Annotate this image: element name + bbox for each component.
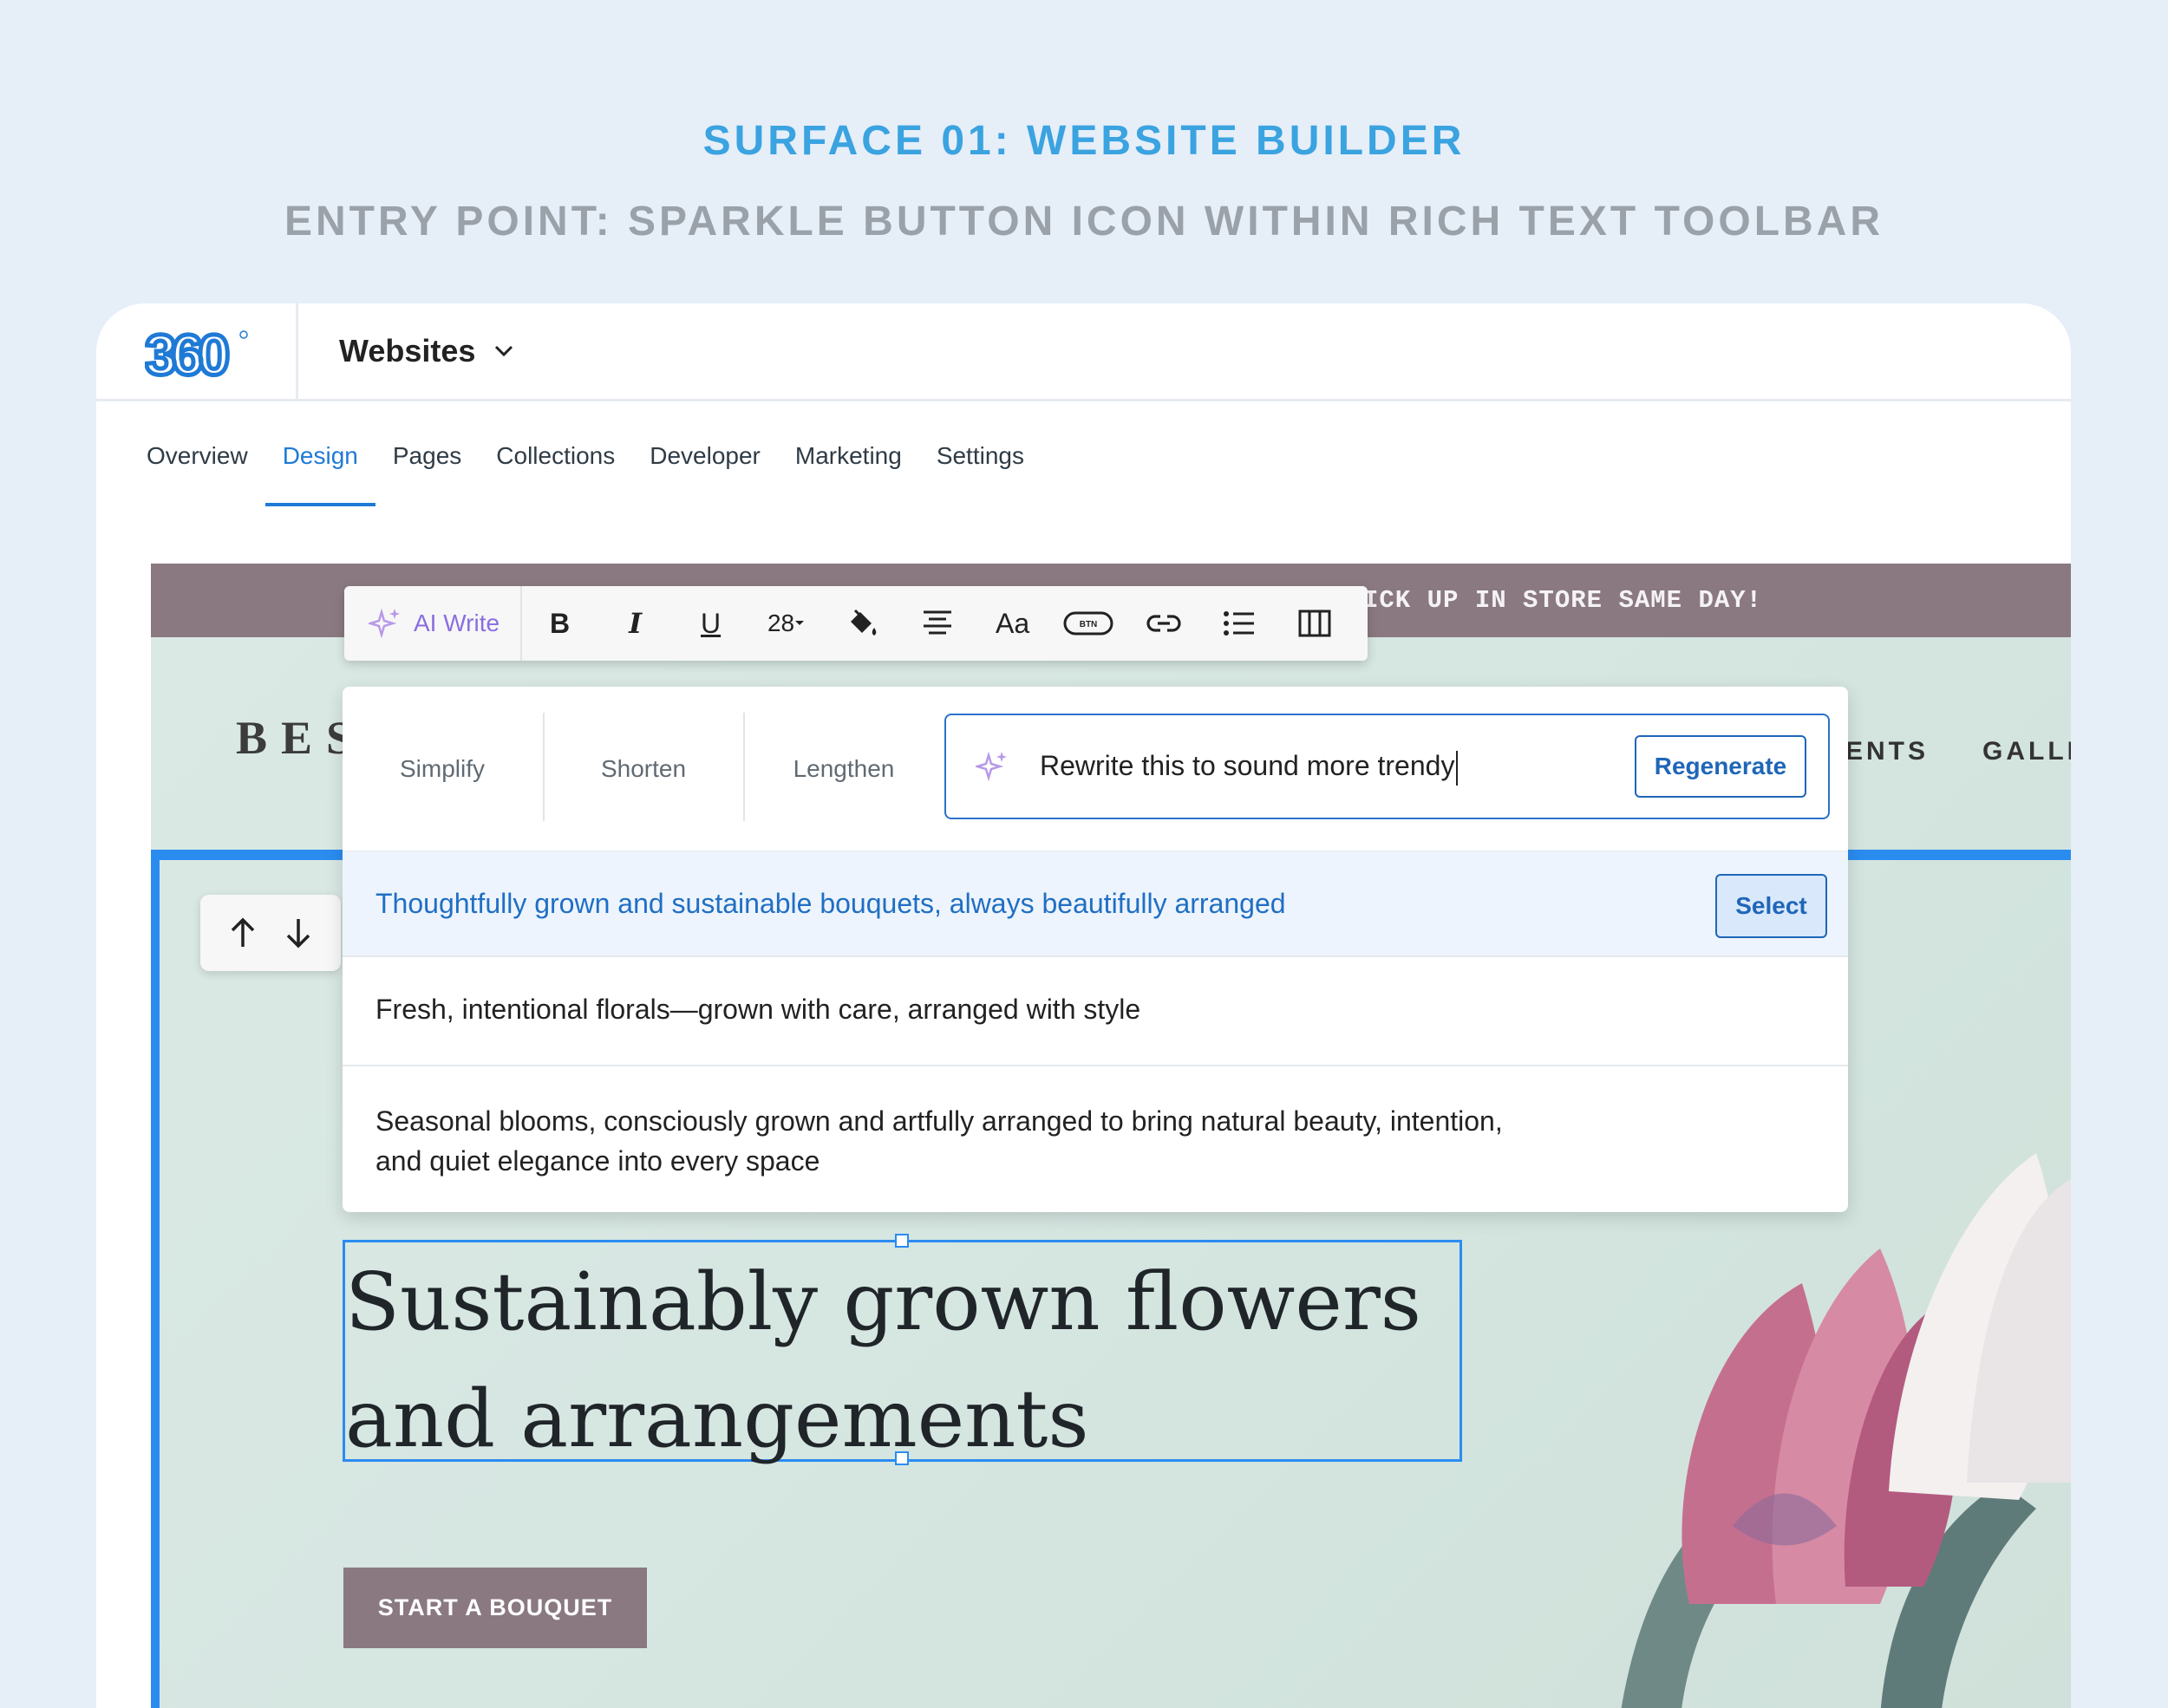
page-heading-title: SURFACE 01: WEBSITE BUILDER <box>702 118 1466 164</box>
ai-write-label: AI Write <box>414 610 500 636</box>
button-icon-text: BTN <box>1079 620 1097 629</box>
align-button[interactable] <box>899 586 975 661</box>
hero-headline-line1: Sustainably grown flowers <box>345 1255 1422 1348</box>
link-button[interactable] <box>1126 586 1201 661</box>
hero-headline[interactable]: Sustainably grown flowers and arrangemen… <box>345 1243 1473 1477</box>
fill-color-button[interactable] <box>824 586 899 661</box>
ai-write-button[interactable]: AI Write <box>344 586 523 661</box>
sparkle-icon <box>976 751 1007 782</box>
insert-button-button[interactable]: BTN <box>1050 586 1126 661</box>
start-bouquet-button[interactable]: START A BOUQUET <box>343 1568 647 1648</box>
site-nav-item[interactable]: ENTS <box>1845 737 1929 766</box>
suggestion-3-text[interactable]: Seasonal blooms, consciously grown and a… <box>375 1101 1503 1181</box>
select-suggestion-button[interactable]: Select <box>1715 874 1827 938</box>
font-size-value: 28 <box>767 610 795 636</box>
sparkle-icon <box>369 608 400 639</box>
chevron-down-icon <box>495 345 513 357</box>
tab-overview[interactable]: Overview <box>147 442 248 506</box>
section-move-controls <box>200 895 341 971</box>
tab-marketing[interactable]: Marketing <box>795 442 902 506</box>
bullet-list-icon <box>1223 611 1254 636</box>
lengthen-option[interactable]: Lengthen <box>744 687 944 851</box>
text-caret <box>1456 750 1459 786</box>
logo-container[interactable]: 360 <box>96 303 298 401</box>
svg-text:360: 360 <box>145 326 227 380</box>
main-tabs: Overview Design Pages Collections Develo… <box>147 442 1024 506</box>
arrow-up-icon[interactable] <box>228 916 258 949</box>
link-icon <box>1146 615 1181 632</box>
tab-design[interactable]: Design <box>264 442 376 506</box>
hero-headline-line2: and arrangements <box>345 1372 1089 1465</box>
divider <box>343 1065 1848 1066</box>
suggestion-1-text: Thoughtfully grown and sustainable bouqu… <box>375 888 1286 919</box>
arrow-down-icon[interactable] <box>284 916 313 949</box>
regenerate-button[interactable]: Regenerate <box>1635 735 1806 798</box>
columns-button[interactable] <box>1277 586 1352 661</box>
site-selector-label: Websites <box>339 333 476 368</box>
ai-write-panel: Simplify Shorten Lengthen Rewrite this t… <box>343 687 1848 1212</box>
divider <box>343 955 1848 957</box>
italic-icon: I <box>629 607 643 640</box>
page-heading-subtitle: ENTRY POINT: SPARKLE BUTTON ICON WITHIN … <box>284 199 1884 244</box>
site-nav-item[interactable]: GALLI <box>1982 737 2071 766</box>
suggestion-3-line1: Seasonal blooms, consciously grown and a… <box>375 1105 1503 1137</box>
ai-prompt-value: Rewrite this to sound more trendy <box>1040 750 1455 781</box>
align-center-icon <box>923 610 951 635</box>
suggestion-2-text[interactable]: Fresh, intentional florals—grown with ca… <box>375 994 1140 1026</box>
bold-icon: B <box>550 607 571 639</box>
site-selector[interactable]: Websites <box>339 333 513 369</box>
tab-developer[interactable]: Developer <box>650 442 761 506</box>
tab-collections[interactable]: Collections <box>496 442 615 506</box>
italic-button[interactable]: I <box>598 586 673 661</box>
caret-down-icon <box>795 621 805 625</box>
button-icon: BTN <box>1063 611 1113 636</box>
promo-text: ICK UP IN STORE SAME DAY! <box>1363 586 1763 615</box>
underline-button[interactable]: U <box>673 586 748 661</box>
shorten-option[interactable]: Shorten <box>544 687 743 851</box>
suggestion-3-line2: and quiet elegance into every space <box>375 1145 820 1177</box>
tab-pages[interactable]: Pages <box>393 442 461 506</box>
logo-360-icon: 360 <box>145 326 248 380</box>
ai-prompt-field[interactable]: Rewrite this to sound more trendy Regene… <box>944 714 1830 819</box>
bold-button[interactable]: B <box>522 586 598 661</box>
tab-settings[interactable]: Settings <box>937 442 1024 506</box>
columns-icon <box>1298 610 1331 637</box>
ai-prompt-input[interactable]: Rewrite this to sound more trendy <box>1040 750 1459 786</box>
text-style-button[interactable]: Aa <box>975 586 1050 661</box>
underline-icon: U <box>701 607 722 639</box>
font-size-dropdown[interactable]: 28 <box>748 586 824 661</box>
rich-text-toolbar: AI Write B I U 28 Aa BTN <box>344 586 1368 661</box>
bullet-list-button[interactable] <box>1201 586 1277 661</box>
paint-bucket-icon <box>850 609 876 636</box>
text-style-icon: Aa <box>995 607 1030 639</box>
simplify-option[interactable]: Simplify <box>343 687 542 851</box>
